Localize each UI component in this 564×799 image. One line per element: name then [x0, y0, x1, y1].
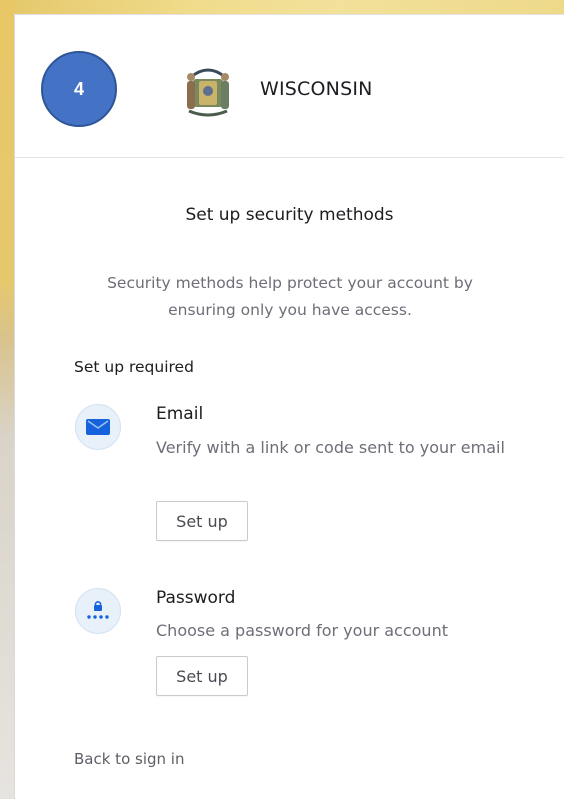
sign-in-card: 4 WISCONSIN Set up security methods Secu…: [14, 14, 564, 799]
password-lock-icon: [75, 588, 121, 634]
envelope-icon: [75, 404, 121, 450]
page-background-left: [0, 0, 14, 799]
password-setup-button[interactable]: Set up: [156, 656, 248, 696]
password-method-description: Choose a password for your account: [156, 621, 448, 640]
section-label-required: Set up required: [74, 358, 194, 376]
email-method-description: Verify with a link or code sent to your …: [156, 438, 505, 457]
page-subtitle: Security methods help protect your accou…: [107, 274, 473, 319]
password-method-title: Password: [156, 588, 236, 608]
email-setup-button[interactable]: Set up: [156, 501, 248, 541]
email-method-title: Email: [156, 404, 204, 424]
step-number-badge: 4: [41, 51, 117, 127]
organization-name: WISCONSIN: [260, 78, 373, 100]
back-to-sign-in-link[interactable]: Back to sign in: [74, 750, 184, 768]
card-header: 4 WISCONSIN: [15, 15, 564, 158]
page-title: Set up security methods: [185, 205, 394, 225]
wisconsin-seal-logo: [187, 68, 229, 117]
